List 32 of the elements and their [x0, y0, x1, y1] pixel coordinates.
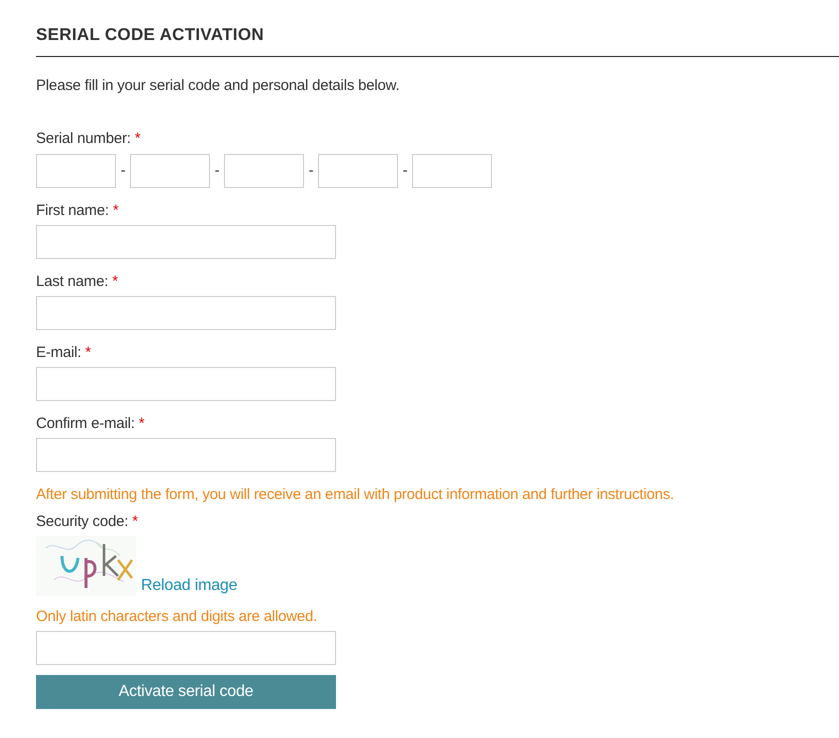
- serial-segment-field[interactable]: [224, 154, 304, 188]
- required-asterisk: *: [112, 201, 118, 221]
- input-field[interactable]: [36, 367, 336, 401]
- required-asterisk: *: [132, 512, 138, 532]
- intro-text: Please fill in your serial code and personal details below.: [36, 76, 400, 96]
- dash-separator: -: [402, 161, 408, 181]
- input-field[interactable]: [36, 296, 336, 330]
- dash-separator: -: [120, 161, 126, 181]
- info-notice: After submitting the form, you will receive an email with product information and further instructions.: [36, 485, 674, 505]
- security-code-field[interactable]: [36, 631, 336, 665]
- field-label: First name:: [36, 201, 109, 221]
- field-label: Security code:: [36, 512, 128, 532]
- field-label: Confirm e-mail:: [36, 414, 135, 434]
- reload-image-link[interactable]: Reload image: [141, 576, 238, 596]
- serial-segment-field[interactable]: [36, 154, 116, 188]
- required-asterisk: *: [85, 343, 91, 363]
- dash-separator: -: [308, 161, 314, 181]
- serial-segment-field[interactable]: [318, 154, 398, 188]
- activate-button[interactable]: Activate serial code: [36, 675, 336, 709]
- field-label: Serial number:: [36, 129, 131, 149]
- field-label: E-mail:: [36, 343, 82, 363]
- dash-separator: -: [214, 161, 220, 181]
- input-field[interactable]: [36, 225, 336, 259]
- input-field[interactable]: [36, 438, 336, 472]
- field-label: Last name:: [36, 272, 108, 292]
- required-asterisk: *: [112, 272, 118, 292]
- serial-segment-field[interactable]: [412, 154, 492, 188]
- hint-text: Only latin characters and digits are allowed.: [36, 607, 318, 627]
- page-title: SERIAL CODE ACTIVATION: [36, 24, 264, 46]
- required-asterisk: *: [138, 414, 144, 434]
- required-asterisk: *: [134, 129, 140, 149]
- serial-segment-field[interactable]: [130, 154, 210, 188]
